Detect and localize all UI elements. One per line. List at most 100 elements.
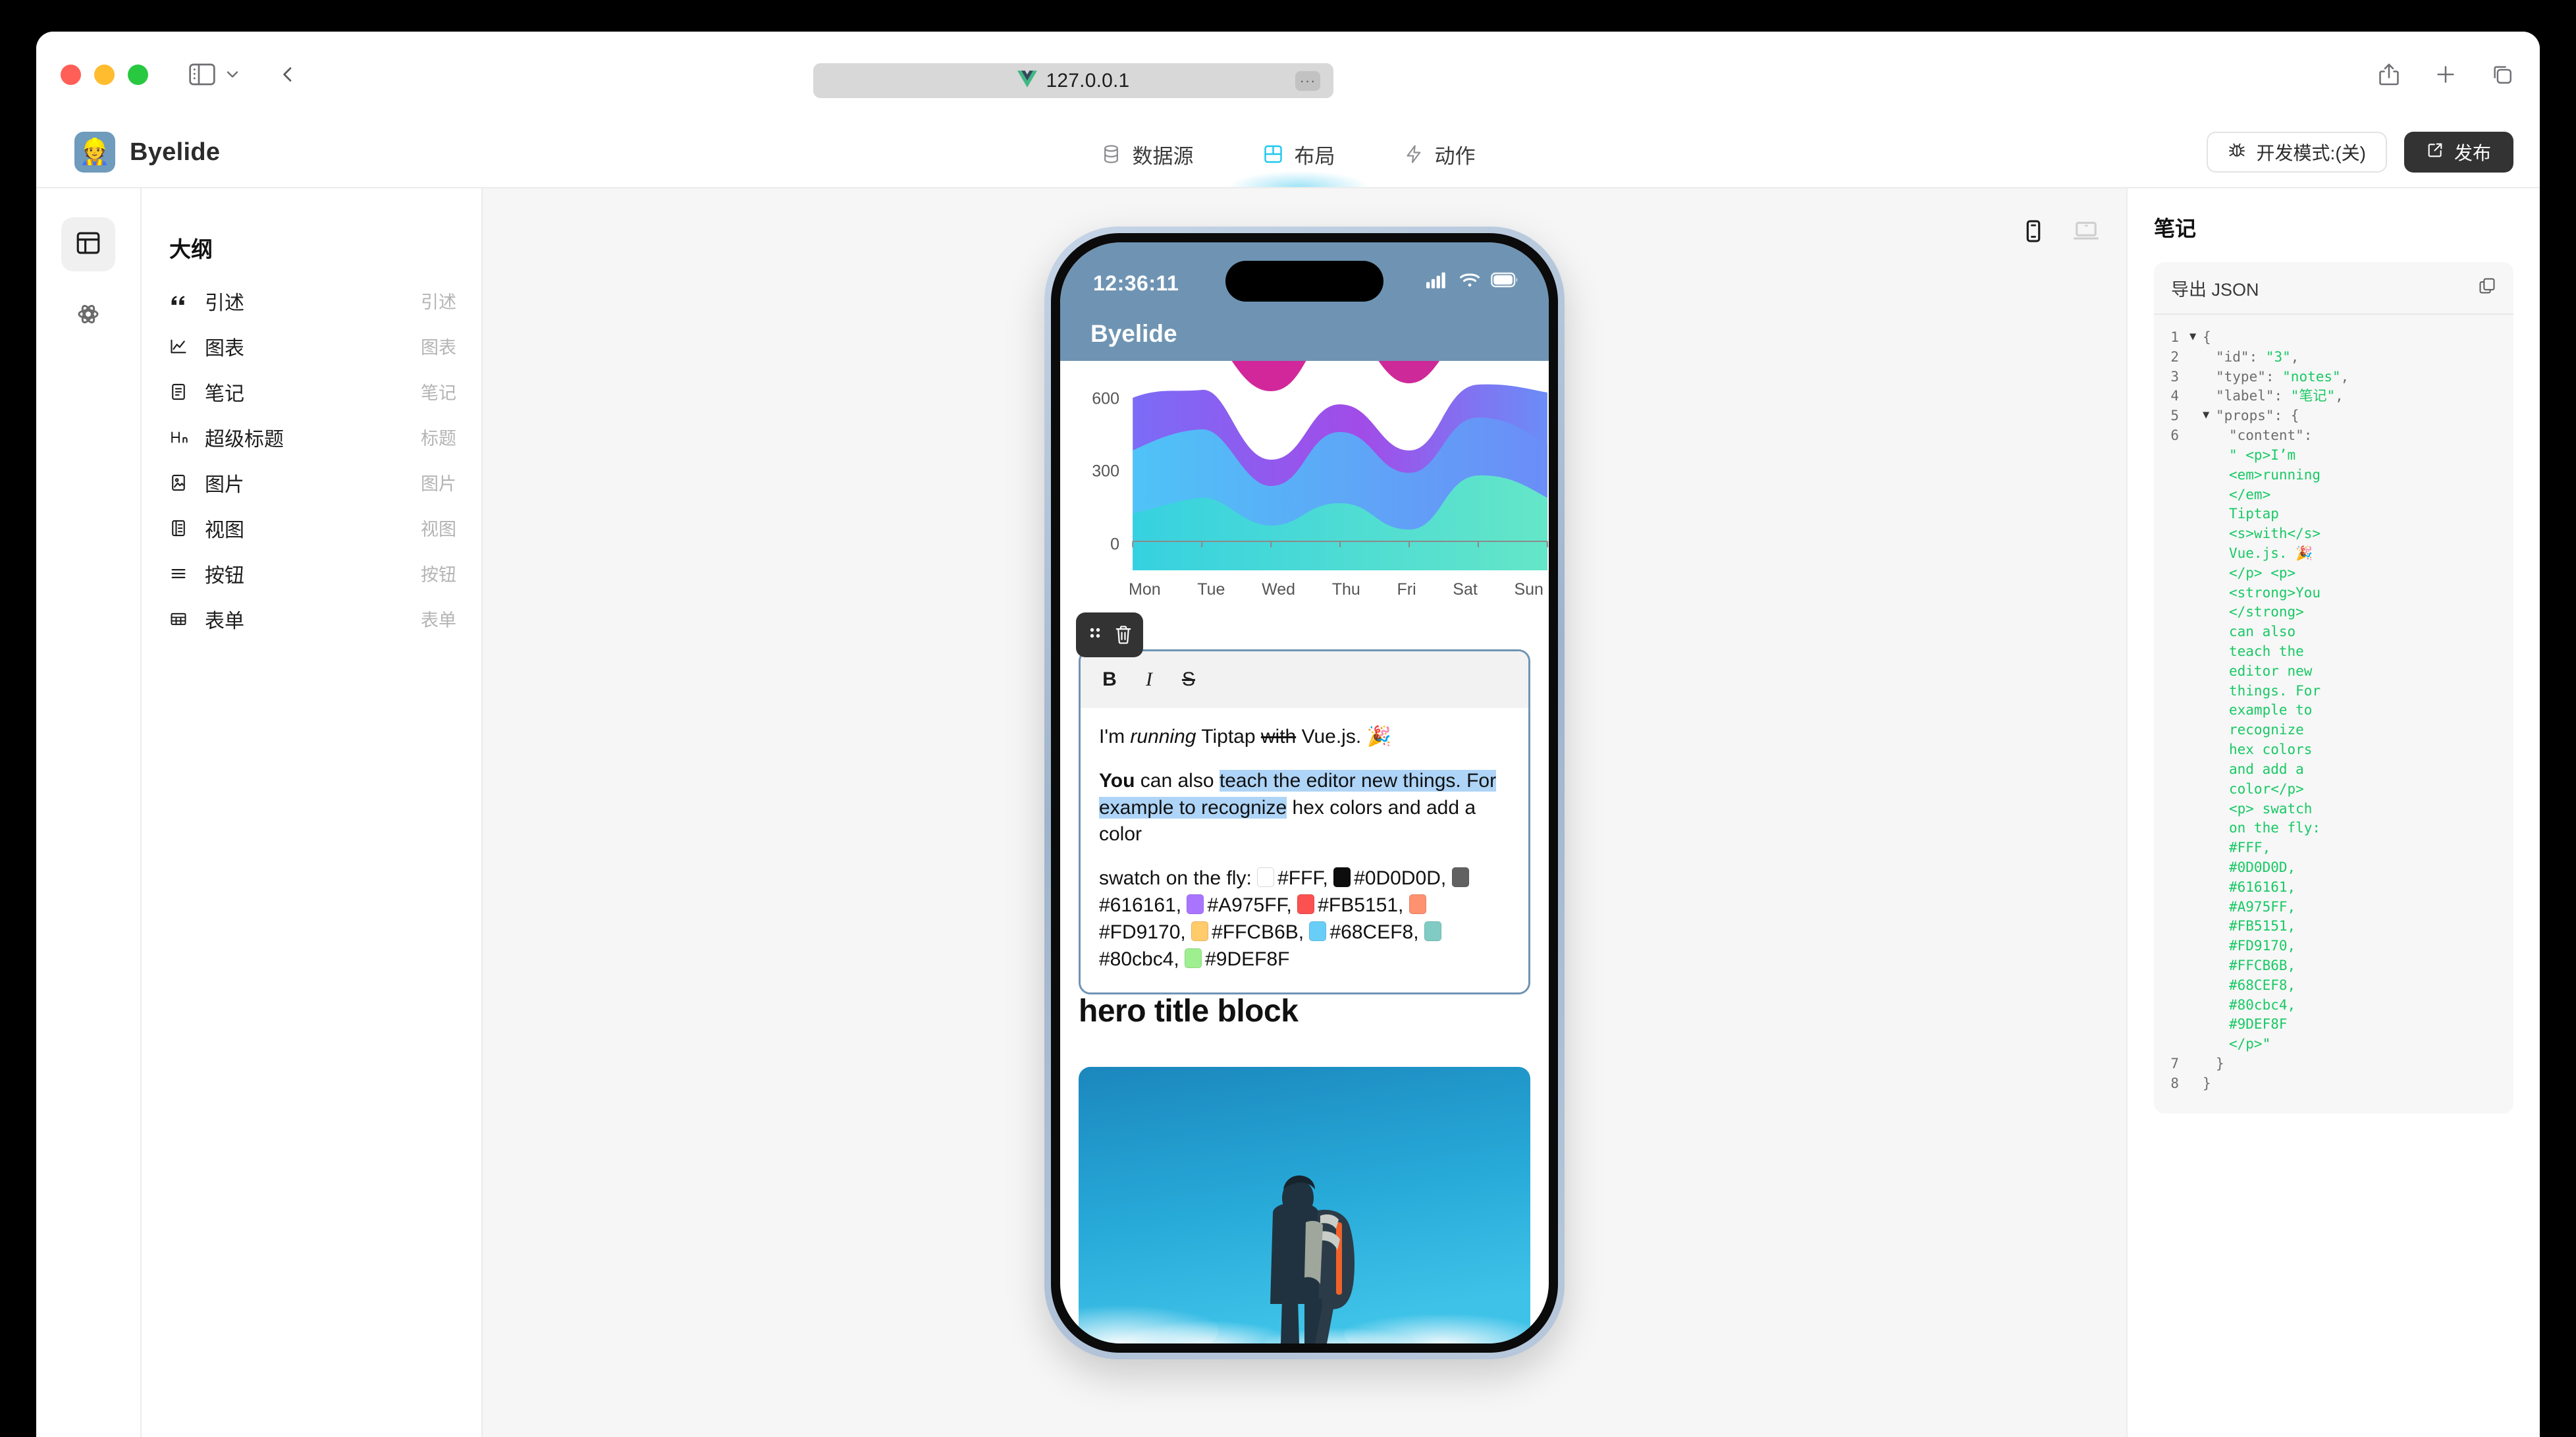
swatch-label: #FD9170,	[1099, 921, 1186, 943]
tab-actions[interactable]: 动作	[1405, 117, 1476, 187]
tab-layout[interactable]: 布局	[1263, 117, 1335, 187]
swatch-label: #616161,	[1099, 894, 1182, 916]
bold-button[interactable]: B	[1102, 668, 1117, 691]
outline-item-form[interactable]: 表单 表单	[142, 596, 481, 641]
strike-button[interactable]: S	[1181, 668, 1196, 691]
browser-window: 127.0.0.1 ··· 👷 Byelide 数据源 布局 动作 开发模式:(…	[36, 32, 2540, 1437]
minimize-button[interactable]	[94, 64, 115, 85]
wifi-icon	[1459, 271, 1480, 292]
page-menu-icon[interactable]: ···	[1295, 70, 1320, 91]
dev-mode-button[interactable]: 开发模式:(关)	[2206, 132, 2387, 173]
p2-strong: You	[1099, 769, 1135, 792]
color-swatch	[1185, 948, 1202, 968]
external-link-icon	[2427, 142, 2444, 163]
swatch-label: #FFCB6B,	[1212, 921, 1304, 943]
color-swatch	[1451, 867, 1469, 888]
properties-panel: 笔记 导出 JSON 1 ▼{2 "id": "3", 3 "type": "notes…	[2126, 188, 2540, 1437]
outline-item-image[interactable]: 图片 图片	[142, 460, 481, 505]
outline-item-chart[interactable]: 图表 图表	[142, 323, 481, 369]
json-line-number: 4	[2170, 388, 2179, 404]
publish-label: 发布	[2454, 143, 2491, 163]
button-icon	[169, 564, 198, 583]
chart-line-icon	[169, 337, 198, 356]
outline-item-type: 表单	[421, 610, 456, 630]
rail-item-settings[interactable]	[61, 288, 115, 342]
notes-editor-card[interactable]: B I S I'm running Tiptap with Vue.js. 🎉 …	[1079, 649, 1530, 995]
swatch-label: #0D0D0D,	[1354, 867, 1447, 890]
x-tick-tue: Tue	[1197, 580, 1225, 599]
p1-mid: Tiptap	[1196, 726, 1261, 747]
outline-item-notes[interactable]: 笔记 笔记	[142, 369, 481, 414]
settings-atom-icon	[74, 300, 102, 331]
brand: 👷 Byelide	[74, 132, 220, 173]
json-line-number: 1	[2170, 329, 2179, 345]
drag-dots-icon[interactable]	[1087, 625, 1104, 645]
x-tick-wed: Wed	[1262, 580, 1296, 599]
copy-icon[interactable]	[2478, 277, 2496, 300]
hero-image-block[interactable]	[1079, 1067, 1530, 1343]
notes-body[interactable]: I'm running Tiptap with Vue.js. 🎉 You ca…	[1081, 708, 1528, 992]
json-line-number: 3	[2170, 368, 2179, 385]
phone-content: 0 300 600 Mon Tue Wed Thu Fri Sat Sun B …	[1060, 361, 1549, 1343]
mobile-view-icon[interactable]	[2021, 219, 2046, 244]
notes-paragraph-1: I'm running Tiptap with Vue.js. 🎉	[1099, 724, 1510, 751]
json-line: 4 "label": "笔记",	[2154, 387, 2513, 406]
outline-item-view[interactable]: 视图 视图	[142, 505, 481, 551]
tab-actions-label: 动作	[1434, 144, 1476, 168]
outline-item-button[interactable]: 按钮 按钮	[142, 551, 481, 596]
y-tick-300: 300	[1092, 462, 1119, 481]
p1-pre: I'm	[1099, 726, 1131, 747]
note-icon	[169, 383, 198, 401]
json-code-viewer[interactable]: 1 ▼{2 "id": "3", 3 "type": "notes", 4 "label":…	[2154, 315, 2513, 1094]
cellular-signal-icon	[1426, 271, 1449, 292]
trash-icon[interactable]	[1114, 625, 1133, 645]
table-icon	[169, 610, 198, 628]
outline-item-label: 图片	[205, 474, 244, 496]
close-button[interactable]	[61, 64, 81, 85]
icon-rail	[36, 188, 142, 1437]
json-line-number: 6	[2170, 427, 2179, 444]
outline-item-label: 表单	[205, 610, 244, 632]
status-icons	[1426, 271, 1518, 292]
url-text: 127.0.0.1	[1046, 69, 1130, 92]
database-icon	[1101, 144, 1122, 165]
chart-block[interactable]: 0 300 600 Mon Tue Wed Thu Fri Sat Sun	[1060, 361, 1549, 599]
share-icon[interactable]	[2378, 63, 2400, 86]
json-fold-toggle[interactable]: ▼	[2189, 328, 2203, 346]
chart-y-axis: 0 300 600	[1060, 361, 1129, 570]
italic-button[interactable]: I	[1141, 668, 1157, 691]
y-tick-600: 600	[1092, 389, 1119, 408]
outline-item-quote[interactable]: 引述 引述	[142, 278, 481, 323]
json-card-header: 导出 JSON	[2154, 262, 2513, 315]
swatch-label: #68CEF8,	[1329, 921, 1419, 943]
p1-em: running	[1130, 726, 1196, 747]
x-tick-sat: Sat	[1453, 580, 1478, 599]
traffic-lights	[61, 64, 148, 85]
hero-title-block[interactable]: hero title block	[1079, 993, 1299, 1029]
desktop-view-icon[interactable]	[2072, 219, 2100, 244]
phone-status-bar: 12:36:11 Byelide	[1060, 242, 1549, 361]
y-tick-0: 0	[1110, 535, 1119, 554]
address-bar[interactable]: 127.0.0.1 ···	[813, 63, 1333, 98]
json-line: 7}	[2154, 1054, 2513, 1074]
outline-item-label: 视图	[205, 519, 244, 541]
tab-layout-label: 布局	[1294, 144, 1335, 168]
publish-button[interactable]: 发布	[2403, 132, 2513, 173]
tab-overview-icon[interactable]	[2491, 63, 2513, 86]
chevron-down-icon[interactable]	[223, 65, 242, 84]
json-fold-toggle[interactable]: ▼	[2203, 406, 2216, 424]
phone-screen: 12:36:11 Byelide 0 300 600 Mon Tue Wed T…	[1060, 242, 1549, 1343]
back-icon[interactable]	[277, 64, 298, 85]
image-icon	[169, 474, 198, 492]
vue-logo-icon	[1017, 70, 1037, 91]
sidebar-toggle-icon[interactable]	[189, 63, 215, 86]
outline-item-heading[interactable]: 超级标题 标题	[142, 414, 481, 460]
rail-item-layout[interactable]	[61, 217, 115, 271]
new-tab-icon[interactable]	[2434, 63, 2457, 86]
outline-item-type: 视图	[421, 520, 456, 539]
color-swatch	[1297, 894, 1315, 914]
tab-datasource[interactable]: 数据源	[1101, 117, 1194, 187]
zoom-button[interactable]	[128, 64, 148, 85]
json-line: 6 "content": " <p>I’m <em>running</em> Ti…	[2154, 426, 2513, 1054]
json-line-number: 8	[2170, 1075, 2179, 1091]
